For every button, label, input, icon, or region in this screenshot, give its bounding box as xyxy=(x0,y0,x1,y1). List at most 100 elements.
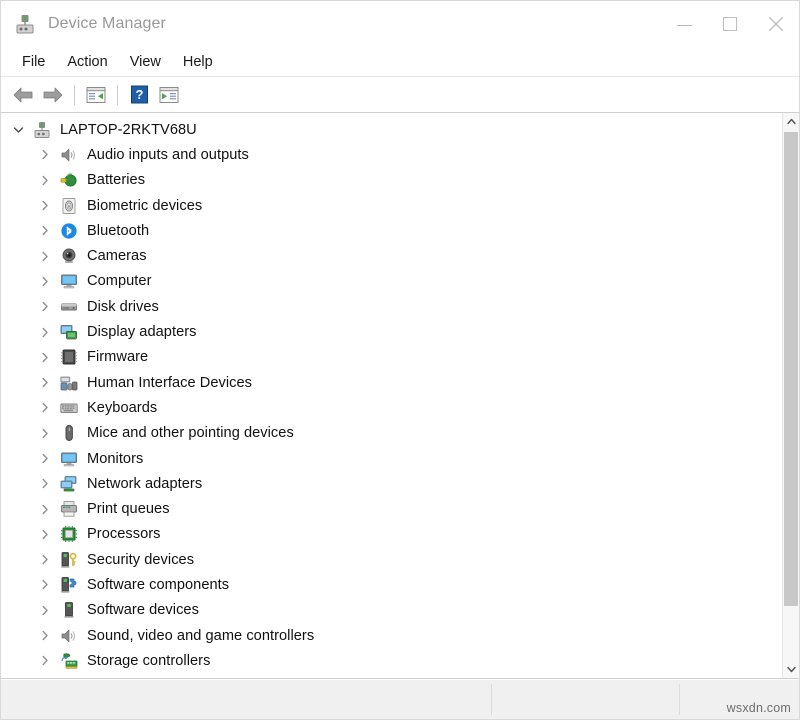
camera-icon xyxy=(60,247,78,265)
tree-item-8[interactable]: Firmware xyxy=(1,345,782,370)
minimize-button[interactable] xyxy=(661,1,707,47)
tree-item-5[interactable]: Computer xyxy=(1,269,782,294)
maximize-icon xyxy=(723,17,737,31)
tree-item-twisty[interactable] xyxy=(36,374,54,392)
tree-item-label: Sound, video and game controllers xyxy=(87,628,314,644)
tree-item-label: Software devices xyxy=(87,602,199,618)
tree-item-10[interactable]: Keyboards xyxy=(1,395,782,420)
tree-item-label: Processors xyxy=(87,526,161,542)
tree-item-twisty[interactable] xyxy=(36,348,54,366)
tree-item-label: Display adapters xyxy=(87,324,197,340)
chevron-right-icon xyxy=(41,276,49,287)
tree-item-twisty[interactable] xyxy=(36,197,54,215)
scroll-up-button[interactable] xyxy=(783,113,799,130)
chevron-right-icon xyxy=(41,251,49,262)
chevron-right-icon xyxy=(41,478,49,489)
forward-arrow-icon xyxy=(42,86,64,104)
tree-item-20[interactable]: Storage controllers xyxy=(1,648,782,673)
tree-item-label: Bluetooth xyxy=(87,223,149,239)
tree-item-6[interactable]: Disk drives xyxy=(1,294,782,319)
tree-item-twisty[interactable] xyxy=(36,525,54,543)
tree-item-twisty[interactable] xyxy=(36,247,54,265)
tree-item-3[interactable]: Bluetooth xyxy=(1,218,782,243)
security-key-icon xyxy=(60,551,78,569)
vertical-scrollbar[interactable] xyxy=(782,113,799,678)
close-button[interactable] xyxy=(753,1,799,47)
chevron-right-icon xyxy=(41,453,49,464)
tree-item-12[interactable]: Monitors xyxy=(1,446,782,471)
tree-root-node[interactable]: LAPTOP-2RKTV68U xyxy=(1,117,782,142)
tree-item-label: Disk drives xyxy=(87,299,159,315)
tree-item-twisty[interactable] xyxy=(36,171,54,189)
tree-item-19[interactable]: Sound, video and game controllers xyxy=(1,623,782,648)
tree-item-twisty[interactable] xyxy=(36,551,54,569)
chevron-right-icon xyxy=(41,402,49,413)
tree-item-1[interactable]: Batteries xyxy=(1,168,782,193)
title-bar: Device Manager xyxy=(1,1,799,47)
tree-item-2[interactable]: Biometric devices xyxy=(1,193,782,218)
menu-item-file[interactable]: File xyxy=(11,51,56,73)
status-bar: wsxdn.com xyxy=(1,679,799,719)
scan-hardware-button[interactable] xyxy=(154,81,184,109)
tree-item-twisty[interactable] xyxy=(36,298,54,316)
device-manager-icon xyxy=(14,13,36,35)
tree-item-twisty[interactable] xyxy=(36,475,54,493)
tree-item-16[interactable]: Security devices xyxy=(1,547,782,572)
maximize-button[interactable] xyxy=(707,1,753,47)
mouse-icon xyxy=(60,424,78,442)
properties-button[interactable] xyxy=(81,81,111,109)
menu-item-view[interactable]: View xyxy=(119,51,172,73)
tree-item-label: Computer xyxy=(87,273,151,289)
tree-item-14[interactable]: Print queues xyxy=(1,496,782,521)
keyboard-icon xyxy=(60,399,78,417)
close-icon xyxy=(768,16,784,32)
chevron-right-icon xyxy=(41,149,49,160)
forward-button[interactable] xyxy=(38,81,68,109)
tree-item-11[interactable]: Mice and other pointing devices xyxy=(1,421,782,446)
tree-item-twisty[interactable] xyxy=(36,399,54,417)
processor-chip-icon xyxy=(60,525,78,543)
menu-item-help[interactable]: Help xyxy=(172,51,224,73)
software-device-icon xyxy=(60,601,78,619)
tree-item-twisty[interactable] xyxy=(36,450,54,468)
tree-item-label: Human Interface Devices xyxy=(87,375,252,391)
tree-item-7[interactable]: Display adapters xyxy=(1,319,782,344)
tree-item-18[interactable]: Software devices xyxy=(1,598,782,623)
tree-item-label: Storage controllers xyxy=(87,653,210,669)
root-twisty[interactable] xyxy=(9,121,27,139)
chevron-right-icon xyxy=(41,225,49,236)
tree-item-4[interactable]: Cameras xyxy=(1,243,782,268)
chevron-right-icon xyxy=(41,301,49,312)
tree-item-9[interactable]: Human Interface Devices xyxy=(1,370,782,395)
tree-item-twisty[interactable] xyxy=(36,146,54,164)
window-controls xyxy=(661,1,799,47)
battery-icon xyxy=(60,171,78,189)
tree-item-twisty[interactable] xyxy=(36,272,54,290)
tree-item-twisty[interactable] xyxy=(36,627,54,645)
device-tree[interactable]: LAPTOP-2RKTV68UAudio inputs and outputsB… xyxy=(1,113,782,678)
back-button[interactable] xyxy=(8,81,38,109)
scroll-down-button[interactable] xyxy=(783,661,799,678)
tree-item-twisty[interactable] xyxy=(36,222,54,240)
tree-item-twisty[interactable] xyxy=(36,652,54,670)
tree-item-label: Software components xyxy=(87,577,229,593)
scrollbar-thumb[interactable] xyxy=(784,132,798,606)
statusbar-divider-2 xyxy=(679,684,680,715)
tree-item-twisty[interactable] xyxy=(36,424,54,442)
help-button[interactable]: ? xyxy=(124,81,154,109)
tree-item-0[interactable]: Audio inputs and outputs xyxy=(1,142,782,167)
tree-item-twisty[interactable] xyxy=(36,500,54,518)
back-arrow-icon xyxy=(12,86,34,104)
scrollbar-track[interactable] xyxy=(783,130,799,661)
tree-item-twisty[interactable] xyxy=(36,601,54,619)
tree-item-twisty[interactable] xyxy=(36,323,54,341)
tree-item-twisty[interactable] xyxy=(36,576,54,594)
tree-item-label: Biometric devices xyxy=(87,198,202,214)
menu-item-action[interactable]: Action xyxy=(56,51,118,73)
tree-item-13[interactable]: Network adapters xyxy=(1,471,782,496)
tree-item-15[interactable]: Processors xyxy=(1,522,782,547)
scroll-up-arrow-icon xyxy=(787,118,796,125)
computer-device-icon xyxy=(33,121,51,139)
fingerprint-icon xyxy=(60,197,78,215)
tree-item-17[interactable]: Software components xyxy=(1,572,782,597)
